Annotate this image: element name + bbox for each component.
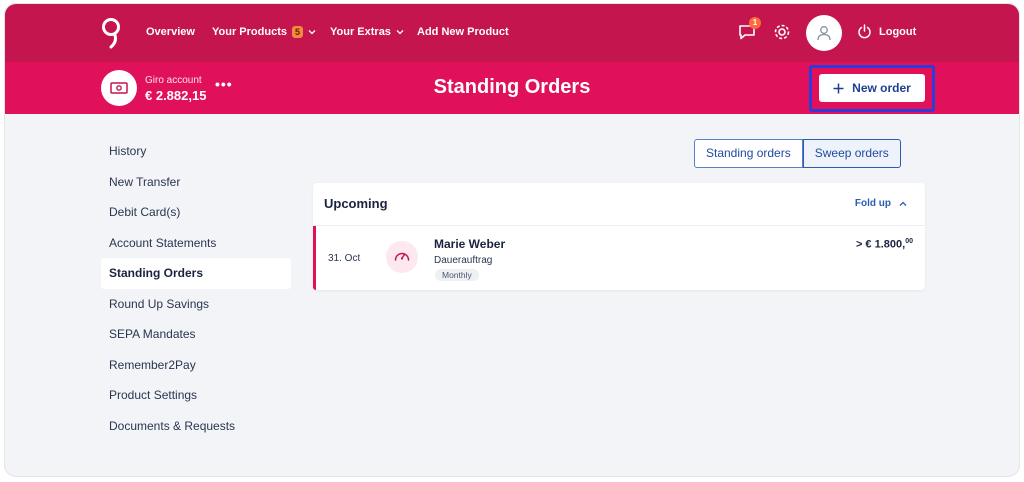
user-icon <box>817 26 831 41</box>
sidebar-item-account-statements[interactable]: Account Statements <box>101 228 291 259</box>
chevron-down-icon <box>308 30 316 35</box>
sidebar-item-product-settings[interactable]: Product Settings <box>101 380 291 411</box>
sidebar-item-round-up-savings[interactable]: Round Up Savings <box>101 289 291 320</box>
order-amount: > € 1.800,00 <box>855 238 913 251</box>
standing-order-row[interactable]: 31. Oct Marie Weber Dauerauftrag Monthly… <box>313 226 925 290</box>
frequency-badge: Monthly <box>435 269 479 281</box>
tab-standing-orders[interactable]: Standing orders <box>694 139 803 168</box>
upcoming-orders-card: Upcoming Fold up 31. Oct Marie Weber Dau… <box>313 183 925 290</box>
nav-your-extras[interactable]: Your Extras <box>330 26 404 38</box>
sidebar-item-documents-requests[interactable]: Documents & Requests <box>101 411 291 442</box>
nav-add-new-product[interactable]: Add New Product <box>417 26 509 38</box>
recipient-name: Marie Weber <box>434 237 506 251</box>
sidebar-item-history[interactable]: History <box>101 136 291 167</box>
nav-your-products[interactable]: Your Products 5 <box>212 26 316 38</box>
bank-logo-icon[interactable] <box>99 16 123 50</box>
gauge-icon <box>386 241 418 273</box>
tab-sweep-orders[interactable]: Sweep orders <box>802 139 901 168</box>
fold-up-button[interactable]: Fold up <box>855 198 907 209</box>
power-icon <box>858 24 871 39</box>
sidebar-item-sepa-mandates[interactable]: SEPA Mandates <box>101 319 291 350</box>
new-order-highlight: New order <box>809 65 935 112</box>
sidebar-menu: History New Transfer Debit Card(s) Accou… <box>101 136 291 441</box>
order-type-toggle: Standing orders Sweep orders <box>694 139 901 168</box>
products-count-badge: 5 <box>291 26 303 38</box>
sidebar-item-debit-cards[interactable]: Debit Card(s) <box>101 197 291 228</box>
order-date: 31. Oct <box>328 253 361 264</box>
row-accent-bar <box>313 226 316 290</box>
new-order-button[interactable]: New order <box>819 74 925 102</box>
nav-overview[interactable]: Overview <box>146 26 195 38</box>
avatar[interactable] <box>806 15 842 51</box>
chevron-up-icon <box>899 201 907 206</box>
sidebar-item-standing-orders[interactable]: Standing Orders <box>101 258 291 289</box>
upcoming-title: Upcoming <box>324 196 388 211</box>
page-header: Giro account € 2.882,15 ••• Standing Ord… <box>5 62 1019 114</box>
gear-icon[interactable] <box>772 22 792 42</box>
app-window: Overview Your Products 5 Your Extras Add… <box>4 3 1020 477</box>
chevron-down-icon <box>396 30 404 35</box>
sidebar-item-new-transfer[interactable]: New Transfer <box>101 167 291 198</box>
notification-badge: 1 <box>749 17 761 29</box>
top-navigation: Overview Your Products 5 Your Extras Add… <box>5 4 1019 62</box>
logout-button[interactable]: Logout <box>857 24 916 39</box>
sidebar-item-remember2pay[interactable]: Remember2Pay <box>101 350 291 381</box>
order-type: Dauerauftrag <box>434 255 493 266</box>
plus-icon <box>833 83 844 93</box>
